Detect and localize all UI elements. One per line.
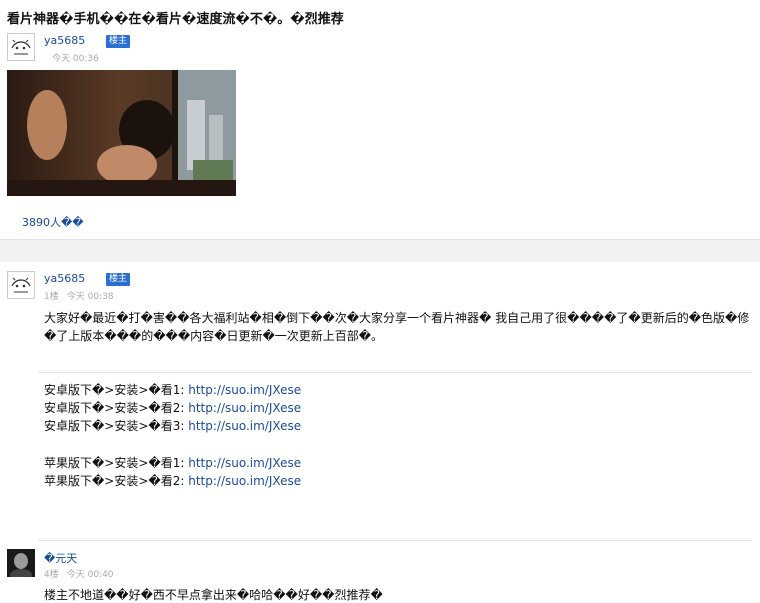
post-image[interactable] <box>7 70 236 196</box>
link-row: 苹果版下�>安装>�看1: http://suo.im/JXese <box>44 454 301 472</box>
cartoon-avatar-icon <box>8 34 34 60</box>
link-row: 安卓版下�>安装>�看1: http://suo.im/JXese <box>44 381 301 399</box>
android-link-list: 安卓版下�>安装>�看1: http://suo.im/JXese 安卓版下�>… <box>44 381 301 435</box>
download-link[interactable]: http://suo.im/JXese <box>188 401 301 415</box>
link-label: 苹果版下�>安装>�看1: <box>44 456 189 470</box>
post-time: 今天 00:38 <box>66 292 114 302</box>
post-meta: 1楼 今天 00:38 <box>44 289 122 302</box>
cartoon-avatar-icon <box>8 272 34 298</box>
post-meta: 今天 00:36 <box>52 51 107 64</box>
username[interactable]: ya5685 <box>44 34 85 47</box>
floor-number: 4楼 <box>44 570 59 580</box>
link-row: 安卓版下�>安装>�看3: http://suo.im/JXese <box>44 417 301 435</box>
divider <box>38 540 752 541</box>
avatar[interactable] <box>7 549 35 577</box>
page-title: 看片神器�手机��在�看片�速度流�不�。�烈推荐 <box>7 12 344 27</box>
link-row: 安卓版下�>安装>�看2: http://suo.im/JXese <box>44 399 301 417</box>
portrait-avatar-icon <box>7 549 35 577</box>
avatar[interactable] <box>7 33 35 61</box>
post-meta: 4楼 今天 00:40 <box>44 567 122 580</box>
download-link[interactable]: http://suo.im/JXese <box>188 456 301 470</box>
link-label: 苹果版下�>安装>�看2: <box>44 474 189 488</box>
floor-number: 1楼 <box>44 292 59 302</box>
op-badge: 楼主 <box>106 273 131 286</box>
divider <box>38 372 752 373</box>
link-label: 安卓版下�>安装>�看3: <box>44 419 189 433</box>
photo-image <box>7 70 236 196</box>
download-link[interactable]: http://suo.im/JXese <box>188 383 301 397</box>
section-separator <box>0 239 760 262</box>
username[interactable]: �元天 <box>44 550 77 566</box>
download-link[interactable]: http://suo.im/JXese <box>188 474 301 488</box>
view-count: 3890人�� <box>22 216 84 229</box>
download-link[interactable]: http://suo.im/JXese <box>188 419 301 433</box>
post-time: 今天 00:40 <box>66 570 114 580</box>
op-badge: 楼主 <box>106 35 131 48</box>
username[interactable]: ya5685 <box>44 272 85 285</box>
link-label: 安卓版下�>安装>�看1: <box>44 383 189 397</box>
reply-body: 楼主不地道��好�西不早点拿出来�哈哈��好��烈推荐� <box>44 588 383 602</box>
link-label: 安卓版下�>安装>�看2: <box>44 401 189 415</box>
link-row: 苹果版下�>安装>�看2: http://suo.im/JXese <box>44 472 301 490</box>
avatar[interactable] <box>7 271 35 299</box>
post-time: 今天 00:36 <box>52 54 99 64</box>
apple-link-list: 苹果版下�>安装>�看1: http://suo.im/JXese 苹果版下�>… <box>44 454 301 490</box>
post-body: 大家好�最近�打�害��各大福利站�相�倒下��次�大家分享一个看片神器� 我自… <box>44 311 750 343</box>
